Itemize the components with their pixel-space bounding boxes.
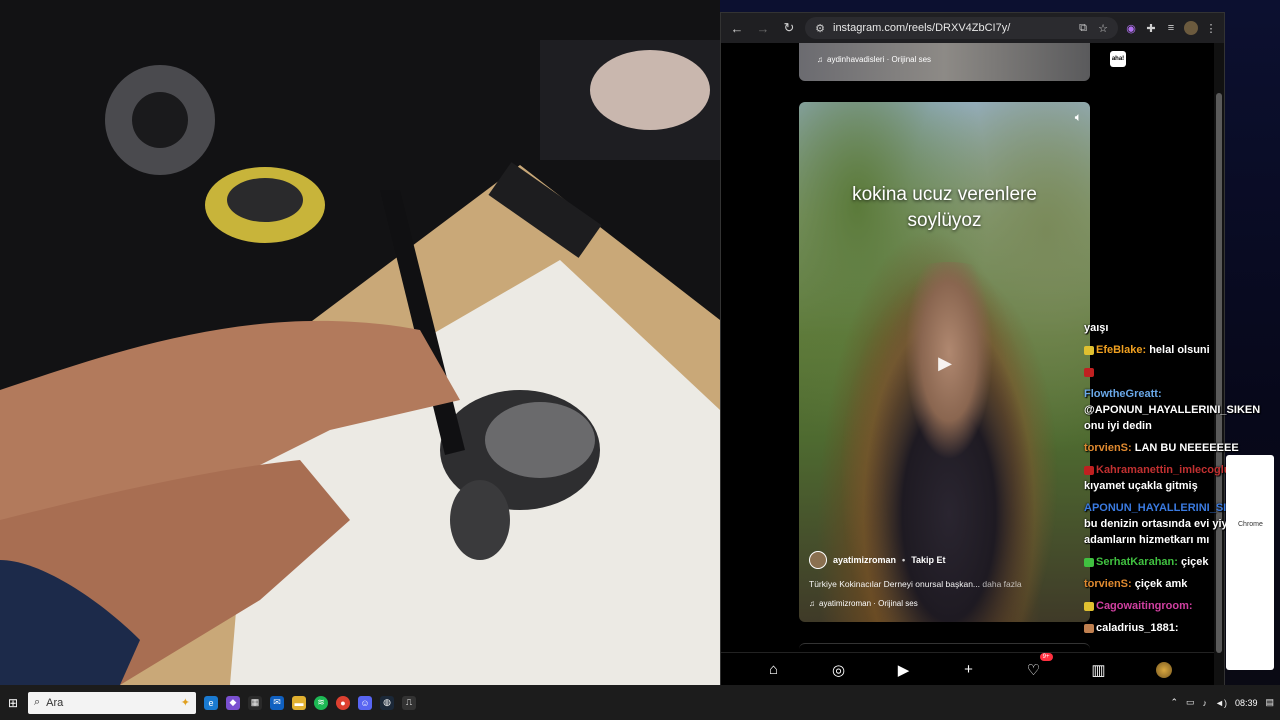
chat-message: FlowtheGreatt: @APONUN_HAYALLERINI_SIKEN…: [1084, 386, 1280, 434]
notifications-heart-icon[interactable]: ♡ 9+: [1023, 652, 1053, 681]
chat-text: çiçek amk: [1131, 578, 1188, 590]
separator-dot: •: [902, 555, 906, 565]
reel-description: Türkiye Kokinacılar Derneyi onursal başk…: [809, 579, 1080, 589]
search-placeholder: Ara: [46, 696, 64, 709]
system-tray: ⌃ ▭ ♪ ◄) 08:39 ▤: [1170, 697, 1274, 708]
previous-reel[interactable]: ♫ aydinhavadisleri · Orijinal ses: [799, 43, 1090, 81]
chat-text: çiçek: [1177, 556, 1209, 568]
side-notification-card[interactable]: Chrome: [1226, 455, 1274, 670]
reel-description-text: Türkiye Kokinacılar Derneyi onursal başk…: [809, 579, 981, 589]
chat-user-badge: [1084, 345, 1094, 355]
speaker-icon[interactable]: 🔈︎: [1075, 110, 1082, 125]
chat-username: EfeBlake:: [1096, 344, 1147, 356]
install-app-icon[interactable]: ⧉: [1076, 21, 1090, 35]
volume-icon[interactable]: ◄): [1215, 698, 1227, 708]
reel-caption: kokina ucuz verenlere soylüyoz: [799, 182, 1090, 234]
reel-sound[interactable]: ♫ ayatimizroman · Orijinal ses: [809, 599, 1080, 608]
side-card-text: Chrome: [1238, 521, 1263, 528]
taskbar: ⊞ ⌕ Ara ✦ e ◆ ▦ ✉ ▬ ≋ ● ☺ ◍ ⎍ ⌃ ▭ ♪ ◄) 0…: [0, 685, 1280, 720]
outlook-icon[interactable]: ✉: [270, 695, 284, 710]
forward-button[interactable]: →: [753, 18, 773, 38]
file-explorer-icon[interactable]: ▬: [292, 695, 306, 710]
chat-username: SerhatKarahan:: [1096, 556, 1178, 568]
chat-text: LAN BU NEEEEEEE: [1131, 442, 1239, 454]
chat-username: Kahramanettin_imlecoglu:: [1096, 464, 1235, 476]
chat-message: EfeBlake: helal olsuni: [1084, 342, 1280, 358]
chat-user-badge: [1084, 367, 1094, 377]
music-note-icon: ♫: [809, 599, 815, 608]
music-note-icon: ♫: [817, 55, 823, 64]
reel-caption-line2: soylüyoz: [907, 210, 982, 231]
site-info-icon[interactable]: ⚙: [813, 21, 827, 35]
reel-user-row: ayatimizroman • Takip Et: [809, 551, 1080, 569]
chat-username: Cagowaitingroom:: [1096, 600, 1193, 612]
microphone-icon[interactable]: ♪: [1203, 698, 1208, 708]
network-icon[interactable]: ▭: [1186, 697, 1195, 708]
discord-icon[interactable]: ☺: [358, 695, 372, 710]
chat-username: torvienS:: [1084, 578, 1132, 590]
taskbar-search[interactable]: ⌕ Ara ✦: [28, 691, 196, 714]
more-link[interactable]: daha fazla: [982, 579, 1021, 589]
copilot-sparkle-icon[interactable]: ✦: [181, 696, 190, 709]
edge-icon[interactable]: e: [204, 695, 218, 710]
bookmark-star-icon[interactable]: ☆: [1096, 21, 1110, 35]
tray-chevron-icon[interactable]: ⌃: [1170, 697, 1178, 708]
home-icon[interactable]: ⌂: [763, 659, 785, 681]
streaming-app-icon[interactable]: ⎍: [402, 695, 416, 710]
webcam-feed: [0, 0, 720, 685]
chat-text: helal olsuni: [1146, 344, 1210, 356]
share-badge[interactable]: aha!: [1110, 51, 1126, 67]
copilot-icon[interactable]: ◆: [226, 695, 240, 710]
notification-center-icon[interactable]: ▤: [1265, 697, 1274, 708]
create-plus-icon[interactable]: +: [958, 659, 980, 681]
chat-text: @APONUN_HAYALLERINI_SIKEN onu iyi dedin: [1084, 404, 1261, 432]
extensions-puzzle-icon[interactable]: ✚: [1144, 21, 1158, 35]
reel-username[interactable]: ayatimizroman: [833, 555, 896, 565]
browser-toolbar: ← → ↻ ⚙ instagram.com/reels/DRXV4ZbCI7y/…: [721, 13, 1224, 43]
previous-reel-sound-label: aydinhavadisleri · Orijinal ses: [827, 55, 932, 64]
reel-caption-line1: kokina ucuz verenlere: [852, 184, 1037, 205]
store-icon[interactable]: ▦: [248, 695, 262, 710]
windows-start-icon[interactable]: ⊞: [6, 696, 20, 710]
steam-icon[interactable]: ◍: [380, 695, 394, 710]
chat-username: FlowtheGreatt:: [1084, 388, 1162, 400]
media-controls-icon[interactable]: ≡: [1164, 21, 1178, 35]
address-bar[interactable]: ⚙ instagram.com/reels/DRXV4ZbCI7y/ ⧉ ☆: [805, 17, 1118, 39]
bottom-nav: ⌂ ◎ ▶ + ♡ 9+ ▥: [721, 652, 1216, 686]
profile-avatar-icon: [1155, 661, 1172, 678]
chat-username: caladrius_1881:: [1096, 622, 1179, 634]
play-icon[interactable]: ▶: [933, 351, 957, 375]
notification-badge: 9+: [1039, 652, 1053, 661]
search-icon: ⌕: [34, 696, 41, 708]
menu-kebab-icon[interactable]: ⋮: [1204, 21, 1218, 35]
chat-message: torvienS: LAN BU NEEEEEEE: [1084, 440, 1280, 456]
chat-message: yaışı: [1084, 320, 1280, 336]
chat-username: torvienS:: [1084, 442, 1132, 454]
taskbar-clock[interactable]: 08:39: [1235, 698, 1258, 708]
chat-text: yaışı: [1084, 322, 1109, 334]
reel-user-avatar[interactable]: [809, 551, 827, 569]
profile-avatar[interactable]: [1184, 21, 1198, 35]
chat-user-badge: [1084, 465, 1094, 475]
follow-button[interactable]: Takip Et: [911, 555, 945, 565]
url-text[interactable]: instagram.com/reels/DRXV4ZbCI7y/: [833, 22, 1070, 34]
chrome-icon[interactable]: ●: [336, 695, 350, 710]
reel-meta: ayatimizroman • Takip Et Türkiye Kokinac…: [809, 551, 1080, 608]
reels-play-icon[interactable]: ▶: [893, 659, 915, 681]
reel-sound-label: ayatimizroman · Orijinal ses: [819, 599, 918, 608]
spotify-icon[interactable]: ≋: [314, 695, 328, 710]
reload-button[interactable]: ↻: [779, 18, 799, 38]
chat-user-badge: [1084, 601, 1094, 611]
previous-reel-sound[interactable]: ♫ aydinhavadisleri · Orijinal ses: [817, 55, 931, 64]
webcam-drawing-scene: [0, 0, 720, 685]
back-button[interactable]: ←: [727, 18, 747, 38]
insights-chart-icon[interactable]: ▥: [1088, 659, 1110, 681]
chat-message: [1084, 364, 1280, 380]
extension-icon[interactable]: ◉: [1124, 21, 1138, 35]
explore-compass-icon[interactable]: ◎: [828, 659, 850, 681]
chat-user-badge: [1084, 557, 1094, 567]
current-reel[interactable]: 🔈︎ kokina ucuz verenlere soylüyoz ▶ ayat…: [799, 102, 1090, 622]
chat-user-badge: [1084, 623, 1094, 633]
profile-nav-item[interactable]: [1153, 659, 1175, 681]
